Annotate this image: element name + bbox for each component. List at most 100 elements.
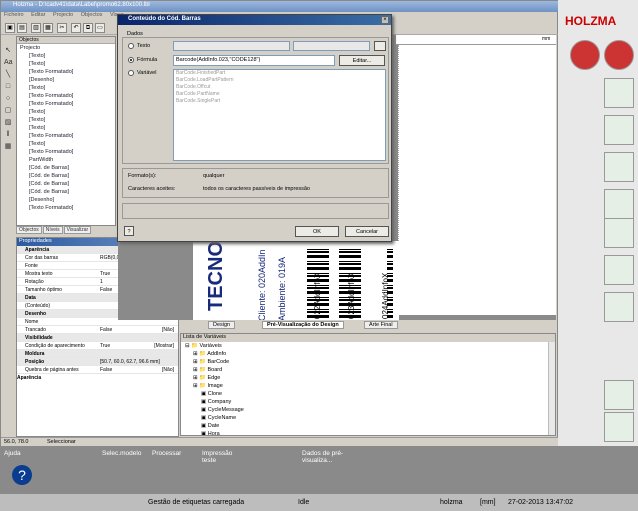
text-input[interactable] <box>173 41 290 51</box>
cancel-button[interactable]: Cancelar <box>345 226 389 237</box>
dialog-variable-item[interactable]: BarCode.FinishedPart <box>176 70 385 77</box>
machine-icon-1[interactable] <box>604 78 634 108</box>
variable-item[interactable]: ▣ CycleMessage <box>181 406 555 414</box>
tree-item[interactable]: [Texto Formatado] <box>17 68 115 76</box>
tree-item[interactable]: [Texto] <box>17 52 115 60</box>
radio-formula[interactable] <box>128 57 134 63</box>
tree-item[interactable]: [Texto Formatado] <box>17 204 115 212</box>
text-browse-button[interactable] <box>374 41 386 51</box>
tree-item[interactable]: [Cód. de Barras] <box>17 172 115 180</box>
property-section[interactable]: Moldura <box>17 350 178 358</box>
tree-item[interactable]: [Texto] <box>17 84 115 92</box>
variable-list[interactable]: BarCode.FinishedPart BarCode.LoadPartPatt… <box>173 69 386 161</box>
tree-item[interactable]: [Texto Formatado] <box>17 132 115 140</box>
variable-item[interactable]: ⊞ 📁 Edge <box>181 374 555 382</box>
text-options-dropdown[interactable] <box>293 41 370 51</box>
radio-variable[interactable] <box>128 70 134 76</box>
tree-item[interactable]: [Cód. de Barras] <box>17 180 115 188</box>
variable-item[interactable]: ⊞ 📁 Image <box>181 382 555 390</box>
print-preview-icon[interactable]: ▦ <box>43 23 53 33</box>
ok-button[interactable]: OK <box>295 226 339 237</box>
image-icon[interactable]: ▤ <box>17 23 27 33</box>
rounded-rect-icon[interactable]: ▢ <box>4 107 12 115</box>
close-icon[interactable]: × <box>381 16 389 24</box>
tree-item[interactable]: [Texto Formatado] <box>17 148 115 156</box>
edit-button[interactable]: Editar... <box>339 55 385 66</box>
copy-icon[interactable]: ⧉ <box>83 23 93 33</box>
tree-item[interactable]: [Texto Formatado] <box>17 100 115 108</box>
image-tool-icon[interactable]: ▨ <box>4 119 12 127</box>
property-row[interactable]: Quebra de página antes False [Não] <box>17 366 178 374</box>
tree-item[interactable]: [Texto] <box>17 60 115 68</box>
barcode-tool-icon[interactable]: ‖ <box>4 131 12 139</box>
tree-root[interactable]: Projecto <box>17 44 115 52</box>
tree-item[interactable]: [Cód. de Barras] <box>17 188 115 196</box>
dialog-variable-item[interactable]: BarCode.Offcut <box>176 84 385 91</box>
dialog-variable-item[interactable]: BarCode.LoadPartPattern <box>176 77 385 84</box>
dialog-variable-item[interactable]: BarCode.SinglePart <box>176 98 385 105</box>
menu-objects[interactable]: Objectos <box>81 12 103 18</box>
tab-objects[interactable]: Objectos <box>16 226 42 234</box>
variable-item[interactable]: ⊞ 📁 BarCode <box>181 358 555 366</box>
tab-design[interactable]: Design <box>208 321 236 329</box>
radio-text[interactable] <box>128 43 134 49</box>
table-tool-icon[interactable]: ▦ <box>4 143 12 151</box>
process-button[interactable]: Processar <box>150 448 198 492</box>
line-tool-icon[interactable]: ╲ <box>4 71 12 79</box>
tab-design-preview[interactable]: Pré-Visualização do Design <box>262 321 344 329</box>
variable-item[interactable]: ▣ Company <box>181 398 555 406</box>
rectangle-tool-icon[interactable]: □ <box>4 83 12 91</box>
cut-icon[interactable]: ✂ <box>57 23 67 33</box>
tree-item[interactable]: [Texto Formatado] <box>17 92 115 100</box>
tree-item[interactable]: [Texto] <box>17 140 115 148</box>
text-tool-icon[interactable]: Aa <box>4 59 13 67</box>
machine-icon-4[interactable] <box>604 189 634 219</box>
tab-view[interactable]: Visualizar <box>63 226 92 234</box>
tree-item[interactable]: [Desenho] <box>17 196 115 204</box>
power-icon[interactable] <box>604 40 634 70</box>
undo-icon[interactable]: ↶ <box>71 23 81 33</box>
tree-item[interactable]: [Texto] <box>17 108 115 116</box>
variable-item[interactable]: ⊞ 📁 AddInfo <box>181 350 555 358</box>
machine-icon-2[interactable] <box>604 115 634 145</box>
machine-icon-6[interactable] <box>604 255 634 285</box>
variable-item[interactable]: ▣ CycleName <box>181 414 555 422</box>
menu-file[interactable]: Ficheiro <box>4 12 24 18</box>
menu-edit[interactable]: Editar <box>31 12 45 18</box>
machine-icon-5[interactable] <box>604 218 634 248</box>
test-print-button[interactable]: Impressão teste <box>200 448 248 492</box>
help-button[interactable]: Ajuda? <box>2 448 48 492</box>
dialog-variable-item[interactable]: BarCode.PartName <box>176 91 385 98</box>
paste-icon[interactable]: ▭ <box>95 23 105 33</box>
save-icon[interactable]: ▣ <box>5 23 15 33</box>
settings-icon-2[interactable] <box>604 412 634 442</box>
select-model-button[interactable]: Selec.modelo <box>100 448 148 492</box>
property-section[interactable]: Posição [50.7, 60.0, 62.7, 96.6 mm] <box>17 358 178 366</box>
settings-icon-1[interactable] <box>604 380 634 410</box>
variable-item[interactable]: ▣ Hora <box>181 430 555 435</box>
tree-item[interactable]: [Desenho] <box>17 76 115 84</box>
machine-icon-7[interactable] <box>604 292 634 322</box>
variable-item[interactable]: ▣ Date <box>181 422 555 430</box>
help-icon[interactable]: ? <box>124 226 134 236</box>
variable-item[interactable]: ⊞ 📁 Board <box>181 366 555 374</box>
variables-scrollbar[interactable] <box>548 342 555 435</box>
machine-icon-3[interactable] <box>604 152 634 182</box>
preview-data-button[interactable]: Dados de pré-visualiza... <box>300 448 360 492</box>
tab-levels[interactable]: Níveis <box>42 226 63 234</box>
property-row[interactable]: Trancado False [Não] <box>17 326 178 334</box>
print-icon[interactable]: ▥ <box>31 23 41 33</box>
ellipse-tool-icon[interactable]: ○ <box>4 95 12 103</box>
formula-input[interactable]: Barcode(AddInfo.023,"CODE128") <box>173 55 335 66</box>
tree-item[interactable]: [Texto] <box>17 124 115 132</box>
tree-item[interactable]: [Cód. de Barras] <box>17 164 115 172</box>
tree-item[interactable]: [Texto] <box>17 116 115 124</box>
variable-item[interactable]: ▣ Clone <box>181 390 555 398</box>
stop-icon[interactable] <box>570 40 600 70</box>
menu-project[interactable]: Projecto <box>53 12 73 18</box>
pointer-icon[interactable]: ↖ <box>4 47 12 55</box>
property-section[interactable]: Visibilidade <box>17 334 178 342</box>
property-row[interactable]: Condição de aparecimento True [Mostrar] <box>17 342 178 350</box>
tree-item[interactable]: PartWidth <box>17 156 115 164</box>
variables-root[interactable]: ⊟ 📁 Variáveis <box>181 342 555 350</box>
